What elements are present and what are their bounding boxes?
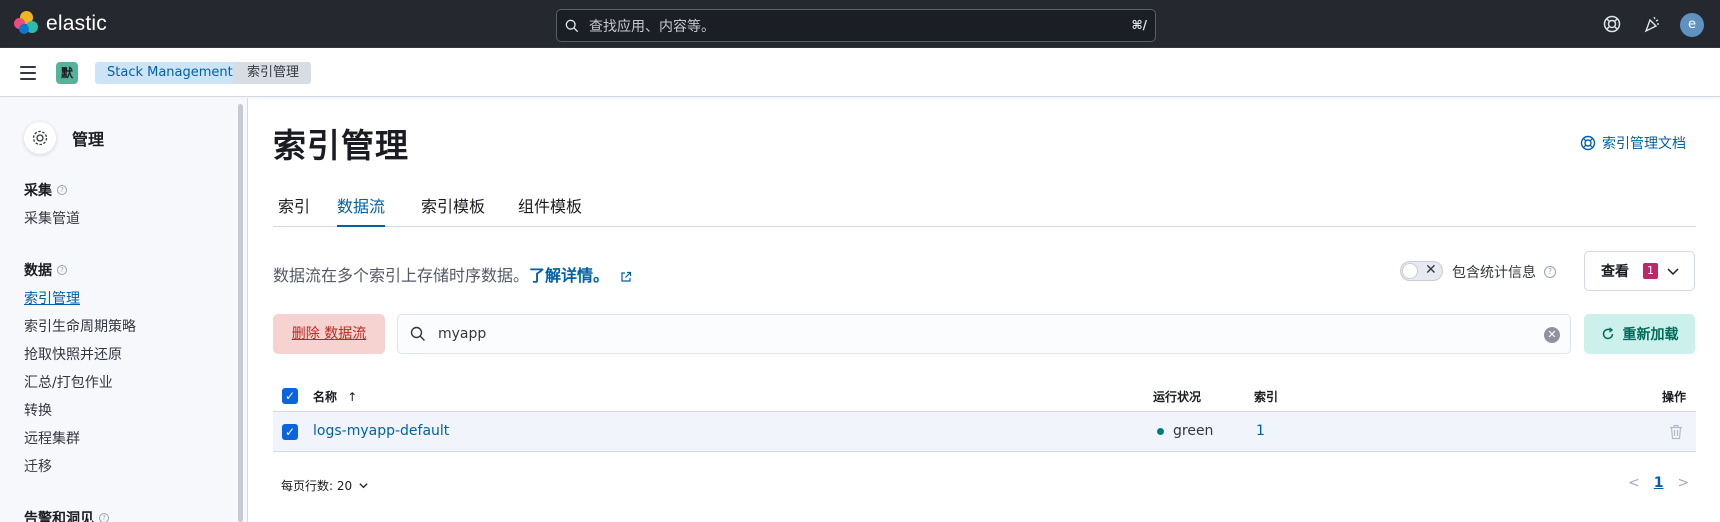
health-status: green: [1157, 423, 1213, 439]
space-avatar[interactable]: 默: [56, 62, 78, 84]
docs-link-label: 索引管理文档: [1602, 136, 1686, 152]
breadcrumb-bar: 默 Stack Management 索引管理: [0, 48, 1720, 97]
next-page-icon[interactable]: >: [1677, 475, 1689, 491]
reload-label: 重新加载: [1622, 327, 1679, 343]
elastic-logo-icon: [14, 11, 40, 37]
sidebar-item-migrate[interactable]: 迁移: [24, 456, 52, 476]
breadcrumb-stack-management[interactable]: Stack Management: [95, 62, 255, 84]
elastic-logo[interactable]: elastic: [14, 11, 107, 37]
chevron-down-icon: [1667, 268, 1679, 276]
section-label: 告警和洞见: [24, 511, 94, 522]
health-dot-icon: [1157, 427, 1164, 435]
brand-name: elastic: [46, 12, 107, 35]
page-title: 索引管理: [273, 126, 409, 165]
data-stream-name-link[interactable]: logs-myapp-default: [313, 423, 449, 439]
info-icon[interactable]: ?: [1544, 266, 1556, 278]
section-label: 数据: [24, 263, 52, 279]
learn-more-link[interactable]: 了解详情。: [529, 266, 609, 285]
column-label: 名称: [313, 390, 338, 404]
chevron-down-icon: [359, 483, 368, 489]
sidebar-header: 管理: [24, 122, 104, 154]
user-avatar[interactable]: e: [1680, 13, 1704, 37]
tab-indices[interactable]: 索引: [278, 193, 310, 227]
column-actions-header: 操作: [1662, 390, 1687, 404]
include-stats-text: 包含统计信息: [1452, 265, 1536, 281]
global-search-input[interactable]: 查找应用、内容等。 ⌘/: [556, 9, 1156, 42]
docs-link[interactable]: 索引管理文档: [1580, 133, 1686, 153]
sidebar-scrollbar[interactable]: [238, 104, 243, 522]
column-name-header[interactable]: 名称 ↑: [313, 388, 357, 405]
tab-data-streams[interactable]: 数据流: [337, 193, 386, 227]
health-label: green: [1173, 423, 1214, 439]
sidebar-item-transforms[interactable]: 转换: [24, 400, 52, 420]
sidebar-section-ingest: 采集 ?: [24, 180, 67, 200]
sidebar-section-alerts: 告警和洞见 ?: [24, 508, 109, 522]
search-icon: [410, 326, 425, 341]
previous-page-icon[interactable]: <: [1628, 475, 1640, 491]
page-button[interactable]: 1: [1654, 475, 1664, 491]
reload-button[interactable]: 重新加载: [1584, 314, 1695, 354]
trash-icon[interactable]: [1669, 424, 1683, 440]
management-sidebar: 管理 采集 ? 采集管道 数据 ? 索引管理 索引生命周期策略 抢取快照并还原 …: [0, 98, 248, 522]
rows-per-page-label: 每页行数: 20: [281, 479, 353, 493]
gear-icon: [24, 122, 56, 154]
tab-bar: 索引 数据流 索引模板 组件模板: [273, 193, 1696, 227]
info-icon[interactable]: ?: [99, 513, 109, 522]
sidebar-item-remote-clusters[interactable]: 远程集群: [24, 428, 80, 448]
search-placeholder: 查找应用、内容等。: [589, 18, 715, 35]
table-row[interactable]: ✓ logs-myapp-default green 1: [273, 412, 1696, 452]
description-text: 数据流在多个索引上存储时序数据。: [273, 266, 530, 285]
tab-component-templates[interactable]: 组件模板: [518, 193, 582, 227]
sort-ascending-icon: ↑: [347, 390, 358, 404]
include-stats-toggle[interactable]: ✕: [1400, 261, 1443, 281]
search-icon: [565, 19, 579, 32]
search-shortcut: ⌘/: [1131, 18, 1147, 32]
info-icon[interactable]: ?: [57, 185, 67, 195]
select-all-checkbox[interactable]: ✓: [282, 388, 298, 404]
help-icon[interactable]: [1603, 15, 1621, 33]
sidebar-section-data: 数据 ?: [24, 260, 67, 280]
filter-count-badge: 1: [1643, 263, 1658, 279]
pagination: < 1 >: [1628, 475, 1689, 491]
external-link-icon: [621, 271, 632, 282]
row-checkbox[interactable]: ✓: [282, 424, 298, 440]
sidebar-item-rollup-jobs[interactable]: 汇总/打包作业: [24, 372, 113, 392]
description: 数据流在多个索引上存储时序数据。了解详情。: [273, 262, 632, 286]
table-header: ✓ 名称 ↑ 运行状况 索引 操作: [273, 380, 1696, 412]
sidebar-item-snapshot-restore[interactable]: 抢取快照并还原: [24, 344, 122, 364]
breadcrumb-index-management: 索引管理: [233, 62, 312, 84]
column-health-header[interactable]: 运行状况: [1153, 388, 1201, 405]
close-icon: ✕: [1425, 262, 1437, 278]
tab-index-templates[interactable]: 索引模板: [421, 193, 485, 227]
sidebar-item-ilm-policies[interactable]: 索引生命周期策略: [24, 316, 136, 336]
view-button-label: 查看: [1601, 264, 1629, 280]
view-filter-button[interactable]: 查看 1: [1584, 251, 1695, 291]
newsfeed-icon[interactable]: [1643, 15, 1661, 33]
clear-search-icon[interactable]: ✕: [1544, 327, 1560, 343]
sidebar-item-index-management[interactable]: 索引管理: [24, 288, 80, 308]
delete-data-stream-button[interactable]: 删除 数据流: [273, 314, 385, 354]
rows-per-page-button[interactable]: 每页行数: 20: [281, 477, 369, 494]
sidebar-item-ingest-pipelines[interactable]: 采集管道: [24, 208, 80, 228]
menu-toggle-icon[interactable]: [20, 66, 36, 80]
toggle-knob: [1402, 263, 1418, 279]
table-search-input[interactable]: myapp ✕: [397, 314, 1571, 354]
info-icon[interactable]: ?: [57, 265, 67, 275]
sidebar-title: 管理: [72, 130, 105, 149]
section-label: 采集: [24, 183, 52, 199]
help-icon: [1580, 135, 1596, 151]
refresh-icon: [1602, 327, 1613, 340]
column-indices-header[interactable]: 索引: [1254, 388, 1278, 405]
indices-count-link[interactable]: 1: [1256, 423, 1265, 439]
top-header: elastic 查找应用、内容等。 ⌘/ e: [0, 0, 1720, 48]
search-value: myapp: [438, 326, 487, 342]
include-stats-label: 包含统计信息 ?: [1452, 262, 1556, 282]
